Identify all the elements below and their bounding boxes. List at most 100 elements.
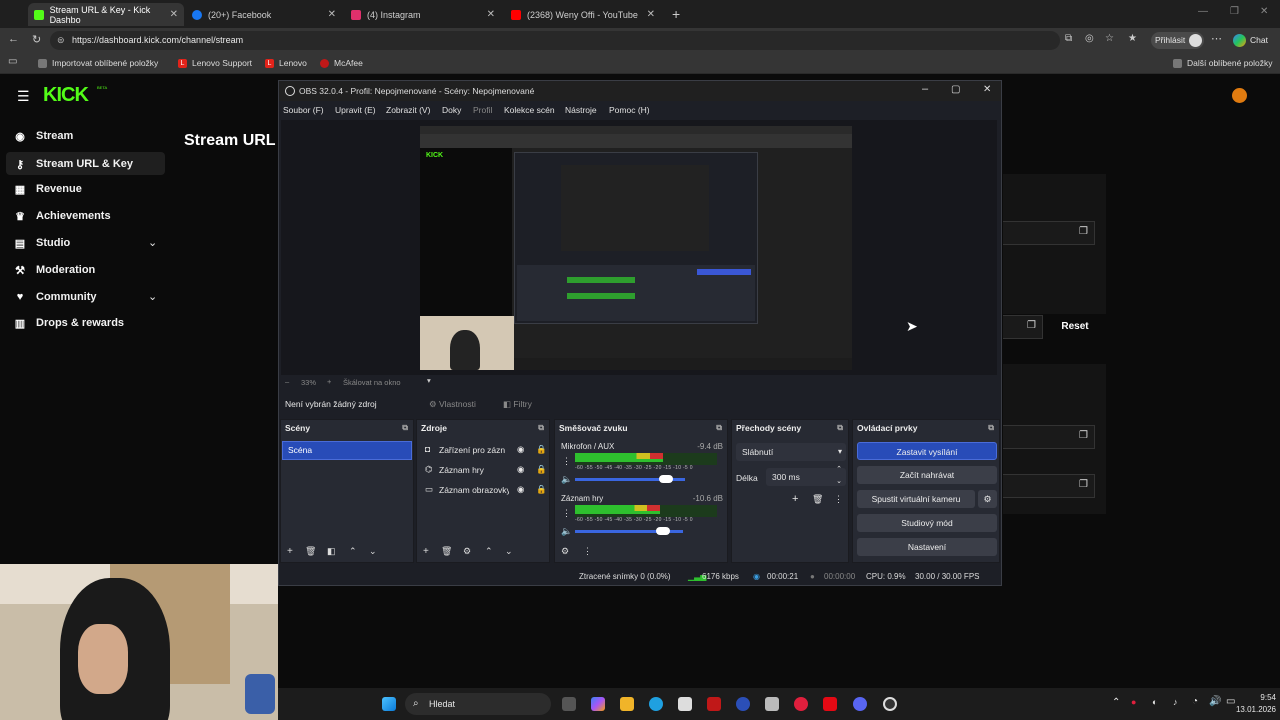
more-icon[interactable]: ⋮ (834, 494, 843, 505)
settings-icon[interactable] (765, 697, 779, 711)
clock-time[interactable]: 9:54 (1236, 693, 1276, 702)
bookmark-import[interactable]: Importovat oblíbené položky (38, 58, 158, 68)
bookmark-lenovo-support[interactable]: L Lenovo Support (178, 58, 252, 68)
copy-icon[interactable]: ❐ (1079, 479, 1088, 490)
network-icon[interactable]: ◔ (1192, 696, 1198, 707)
popout-icon[interactable]: ⧉ (988, 423, 994, 433)
gear-icon[interactable]: ⚙ (463, 546, 471, 557)
lock-icon[interactable]: 🔒 (536, 464, 547, 475)
source-item[interactable]: ▭ Záznam obrazovky ◉ 🔒 (421, 483, 547, 499)
speaker-icon[interactable]: 🔈 (561, 526, 572, 537)
tab-instagram[interactable]: (4) Instagram ✕ (345, 3, 501, 26)
mcafee-icon[interactable] (707, 697, 721, 711)
task-view-icon[interactable] (562, 697, 576, 711)
add-icon[interactable]: + (423, 546, 429, 557)
source-item[interactable]: ⌬ Záznam hry ◉ 🔒 (421, 463, 547, 479)
close-icon[interactable]: ✕ (983, 84, 991, 95)
close-tab-icon[interactable]: ✕ (328, 9, 336, 20)
clock-date[interactable]: 13.01.2026 (1216, 705, 1276, 714)
menu-file[interactable]: Soubor (F) (283, 105, 324, 115)
copy-icon[interactable]: ❐ (1079, 430, 1088, 441)
copilot-chat-button[interactable]: Chat (1233, 32, 1268, 49)
tray-app-icon[interactable]: ● (1131, 697, 1136, 707)
bookmark-mcafee[interactable]: McAfee (320, 58, 363, 68)
obs-icon[interactable] (883, 697, 897, 711)
close-tab-icon[interactable]: ✕ (647, 9, 655, 20)
minimize-icon[interactable]: – (922, 83, 928, 95)
chevron-down-icon[interactable]: ⌄ (148, 236, 157, 249)
stream-key-field[interactable]: ❐ (1003, 315, 1043, 339)
add-icon[interactable]: + (287, 546, 293, 557)
channel-menu-icon[interactable]: ⋮ (562, 456, 571, 467)
studio-mode-button[interactable]: Studiový mód (857, 514, 997, 532)
backup-key-field[interactable]: ❐ (1003, 474, 1095, 498)
popout-icon[interactable]: ⧉ (538, 423, 544, 433)
menu-edit[interactable]: Upravit (E) (335, 105, 376, 115)
tray-chevron-icon[interactable]: ⌃ (1112, 697, 1120, 708)
obs-preview-area[interactable]: KICK (281, 120, 997, 375)
start-icon[interactable] (382, 697, 396, 711)
trash-icon[interactable]: 🗑 (305, 546, 316, 557)
user-avatar[interactable] (1232, 88, 1247, 103)
eye-icon[interactable]: ◉ (517, 484, 524, 495)
other-bookmarks[interactable]: Další oblíbené položky (1173, 58, 1273, 68)
stepper-icon[interactable]: ⌃ ⌄ (836, 464, 842, 488)
sidebar-item-moderation[interactable]: ⚒ Moderation (14, 264, 95, 277)
copilot-icon[interactable] (591, 697, 605, 711)
slider-handle[interactable] (656, 527, 670, 535)
netflix-icon[interactable] (823, 697, 837, 711)
tab-kick[interactable]: Stream URL & Key - Kick Dashbo ✕ (28, 3, 184, 26)
new-tab-icon[interactable]: + (672, 6, 680, 22)
hamburger-menu-icon[interactable]: ☰ (17, 88, 30, 105)
tracking-icon[interactable]: ◎ (1085, 33, 1094, 44)
discord-icon[interactable] (853, 697, 867, 711)
tray-icon[interactable]: ◐ (1152, 697, 1157, 707)
back-icon[interactable]: ← (8, 33, 19, 45)
close-tab-icon[interactable]: ✕ (487, 9, 495, 20)
more-menu-icon[interactable]: ⋯ (1211, 32, 1222, 45)
favorites-icon[interactable]: ★ (1128, 33, 1137, 44)
move-down-icon[interactable]: ⌄ (505, 546, 513, 557)
popout-icon[interactable]: ⧉ (402, 423, 408, 433)
duration-input[interactable]: 300 ms ⌃ ⌄ (766, 466, 846, 486)
menu-view[interactable]: Zobrazit (V) (386, 105, 430, 115)
store-icon[interactable] (678, 697, 692, 711)
lock-icon[interactable]: 🔒 (536, 484, 547, 495)
site-info-icon[interactable]: ⊜ (57, 31, 65, 50)
start-virtual-camera-button[interactable]: Spustit virtuální kameru (857, 490, 975, 508)
collections-icon[interactable]: ▭ (8, 56, 17, 67)
properties-button[interactable]: ⚙ Vlastnosti (429, 399, 476, 410)
menu-profile[interactable]: Profil (473, 105, 492, 115)
zoom-out-icon[interactable]: – (285, 377, 289, 386)
menu-tools[interactable]: Nástroje (565, 105, 597, 115)
move-down-icon[interactable]: ⌄ (369, 546, 377, 557)
reset-button[interactable]: Reset (1047, 315, 1103, 339)
tab-facebook[interactable]: (20+) Facebook ✕ (186, 3, 342, 26)
sign-in-button[interactable]: Přihlásit (1151, 32, 1204, 49)
menu-help[interactable]: Pomoc (H) (609, 105, 650, 115)
copy-icon[interactable]: ❐ (1079, 226, 1088, 237)
sidebar-item-achievements[interactable]: ♛ Achievements (14, 210, 111, 223)
tab-youtube[interactable]: (2368) Weny Offi - YouTube ✕ (505, 3, 661, 26)
refresh-icon[interactable]: ↻ (32, 33, 41, 46)
filter-icon[interactable]: ◧ (327, 546, 336, 557)
close-window-icon[interactable]: ✕ (1260, 6, 1268, 17)
stop-streaming-button[interactable]: Zastavit vysílání (857, 442, 997, 460)
trash-icon[interactable]: 🗑 (812, 494, 823, 505)
sidebar-item-studio[interactable]: ▤ Studio (14, 237, 70, 250)
chevron-down-icon[interactable]: ⌄ (148, 290, 157, 303)
app-icon[interactable] (736, 697, 750, 711)
scale-to-window[interactable]: Škálovat na okno (343, 378, 401, 387)
kick-logo[interactable]: KICK (43, 84, 89, 107)
eye-icon[interactable]: ◉ (517, 444, 524, 455)
popout-icon[interactable]: ⧉ (716, 423, 722, 433)
channel-menu-icon[interactable]: ⋮ (562, 508, 571, 519)
eye-icon[interactable]: ◉ (517, 464, 524, 475)
trash-icon[interactable]: 🗑 (441, 546, 452, 557)
start-recording-button[interactable]: Začít nahrávat (857, 466, 997, 484)
preview-canvas[interactable]: KICK (420, 126, 852, 370)
add-icon[interactable]: + (792, 493, 798, 505)
menu-scene-collection[interactable]: Kolekce scén (504, 105, 555, 115)
translate-icon[interactable]: ⧉ (1065, 33, 1072, 44)
more-icon[interactable]: ⋮ (583, 546, 592, 557)
